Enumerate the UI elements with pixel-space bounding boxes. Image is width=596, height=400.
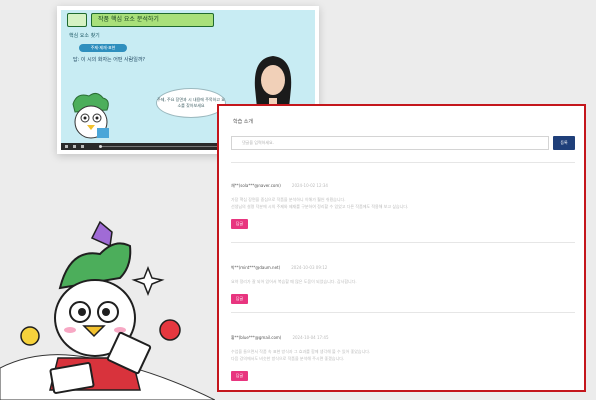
reply-button[interactable]: 답글 — [231, 371, 248, 381]
comment-input[interactable]: 댓글을 입력하세요. — [231, 136, 549, 150]
comment-author: 황**(blue***@gmail.com) — [231, 335, 282, 340]
comment-date: 2024-10-04 17:45 — [292, 335, 329, 340]
lesson-number-badge — [67, 13, 87, 27]
reply-button[interactable]: 답글 — [231, 219, 248, 229]
speech-bubble: 주제, 주요 장면과 시 내용에 주목하고 요소를 찾아보세요 — [156, 88, 226, 118]
submit-button[interactable]: 등록 — [553, 136, 575, 150]
slide-pill: 주제·제재·표현 — [79, 44, 127, 52]
divider — [231, 312, 575, 313]
comment-date: 2024-10-02 12:34 — [291, 183, 328, 188]
comment-text: 다음 강의에서도 비슷한 방식으로 작품을 분석해 주시면 좋겠습니다. — [231, 356, 345, 361]
comment-author: 채**(sola***@naver.com) — [231, 183, 281, 188]
volume-icon[interactable] — [73, 145, 76, 148]
divider — [231, 162, 575, 163]
mascot-small-illustration — [72, 92, 109, 139]
comment-item: 박**(mint***@daum.net) 2024-10-03 09:12 요… — [231, 254, 575, 304]
play-icon[interactable] — [65, 145, 68, 148]
divider — [231, 242, 575, 243]
reply-button[interactable]: 답글 — [231, 294, 248, 304]
mascot-illustration — [0, 220, 215, 400]
comment-author: 박**(mint***@daum.net) — [231, 265, 281, 270]
comment-date: 2024-10-03 09:12 — [291, 265, 328, 270]
comment-panel: 학습 소개 댓글을 입력하세요. 등록 채**(sola***@naver.co… — [217, 104, 586, 392]
comment-text: 수업을 들으면서 작품 속 표현 방식과 그 효과를 함께 생각해 볼 수 있어… — [231, 349, 371, 354]
slide-question: 핵심 요소 찾기 — [69, 33, 100, 39]
panel-title: 학습 소개 — [233, 119, 253, 125]
comment-text: 요약 정리가 잘 되어 있어서 복습할 때 많은 도움이 되었습니다. 감사합니… — [231, 279, 357, 284]
comment-text: 선생님의 설명 덕분에 시의 주제와 제재를 구분하여 정리할 수 있었고 다른… — [231, 204, 409, 209]
slide-answer: 답: 이 시의 화자는 어떤 사람일까? — [73, 57, 146, 63]
comment-text: 가장 핵심 장면을 중심으로 작품을 분석하니 이해가 훨씬 쉬웠습니다. — [231, 197, 346, 202]
progress-knob[interactable] — [99, 145, 102, 148]
settings-icon[interactable] — [81, 145, 84, 148]
comment-item: 채**(sola***@naver.com) 2024-10-02 12:34 … — [231, 172, 575, 229]
lesson-title: 작품 핵심 요소 분석하기 — [91, 13, 214, 27]
comment-item: 황**(blue***@gmail.com) 2024-10-04 17:45 … — [231, 324, 575, 381]
